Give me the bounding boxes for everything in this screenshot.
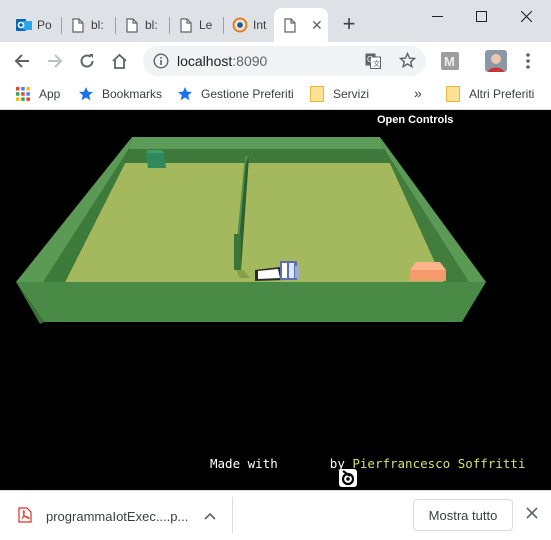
credit-author[interactable]: Pierfrancesco Soffritti xyxy=(352,456,525,471)
divider xyxy=(232,497,233,533)
credit-text: Made with by Pierfrancesco Soffritti xyxy=(210,453,525,487)
menu-kebab-icon[interactable] xyxy=(516,49,540,73)
webgl-canvas[interactable]: Open Controls Made with by Pierfrancesco… xyxy=(0,110,551,490)
tab-outlook[interactable]: Po xyxy=(8,8,62,42)
bookmark-altri-preferiti[interactable]: Altri Preferiti xyxy=(445,86,534,102)
new-tab-button[interactable]: + xyxy=(337,13,361,37)
home-icon xyxy=(111,53,127,69)
download-filename: programmaIotExec....p... xyxy=(46,508,189,524)
star-icon xyxy=(177,86,193,102)
arena-floor xyxy=(65,163,444,282)
forward-button[interactable] xyxy=(43,49,67,73)
bookmarks-bar: App Bookmarks Gestione Preferiti Servizi… xyxy=(0,80,551,110)
bookmark-servizi[interactable]: Servizi xyxy=(309,86,369,102)
pdf-file-icon xyxy=(18,506,32,526)
tab-document[interactable]: bl: xyxy=(116,8,170,42)
browser-toolbar: localhost:8090 G文 M xyxy=(0,42,551,80)
front-wall-face xyxy=(16,282,486,322)
show-all-button[interactable]: Mostra tutto xyxy=(413,499,513,531)
download-shelf: programmaIotExec....p... Mostra tutto xyxy=(0,490,551,540)
far-wall xyxy=(129,137,384,149)
document-icon xyxy=(70,17,86,33)
download-item[interactable]: programmaIotExec....p... xyxy=(18,499,216,533)
close-tab-icon[interactable]: ✕ xyxy=(311,17,323,34)
bookmark-label: Bookmarks xyxy=(102,87,163,101)
back-arrow-icon xyxy=(14,54,29,68)
close-shelf-icon[interactable] xyxy=(524,505,540,521)
apps-grid-icon xyxy=(15,86,31,102)
bookmark-label: Altri Preferiti xyxy=(469,87,535,101)
minimize-button[interactable] xyxy=(414,6,460,26)
bookmark-apps[interactable]: App xyxy=(15,86,60,102)
close-window-button[interactable] xyxy=(503,6,549,26)
tab-title: bl: xyxy=(145,18,158,32)
green-box xyxy=(146,153,166,168)
bookmark-label: Servizi xyxy=(333,87,370,101)
outlook-icon xyxy=(16,17,32,33)
document-icon xyxy=(282,17,298,33)
tab-blender[interactable]: Int xyxy=(224,8,274,42)
reload-button[interactable] xyxy=(75,49,99,73)
tab-title: bl: xyxy=(91,18,104,32)
bookmark-bookmarks[interactable]: Bookmarks xyxy=(78,86,162,102)
tab-title: Le xyxy=(199,18,213,32)
blender-logo-icon xyxy=(293,453,358,487)
tab-document[interactable]: Le xyxy=(170,8,224,42)
blender-icon xyxy=(232,17,248,33)
document-icon xyxy=(178,17,194,33)
extension-m-icon[interactable]: M xyxy=(438,49,462,73)
bookmark-gestione-preferiti[interactable]: Gestione Preferiti xyxy=(177,86,294,102)
chevron-up-icon[interactable] xyxy=(204,509,216,523)
bookmark-label: Gestione Preferiti xyxy=(201,87,294,101)
open-controls-button[interactable]: Open Controls xyxy=(377,114,453,126)
info-icon[interactable] xyxy=(153,53,169,72)
profile-avatar[interactable] xyxy=(484,49,508,73)
tab-active[interactable]: ✕ xyxy=(274,8,328,42)
home-button[interactable] xyxy=(107,49,131,73)
url-text: localhost:8090 xyxy=(177,53,268,69)
tab-title: Int xyxy=(253,18,267,32)
orange-box xyxy=(410,270,446,281)
folder-icon xyxy=(445,86,461,102)
bookmark-label: App xyxy=(39,87,61,101)
svg-text:文: 文 xyxy=(373,59,380,68)
reload-icon xyxy=(80,54,94,68)
3d-scene xyxy=(16,137,486,324)
folder-icon xyxy=(309,86,325,102)
star-bookmark-icon[interactable] xyxy=(398,51,417,72)
credit-by: by xyxy=(322,455,353,471)
credit-prefix: Made with xyxy=(210,455,286,471)
svg-text:M: M xyxy=(444,54,455,69)
translate-icon[interactable]: G文 xyxy=(365,53,381,72)
tab-document[interactable]: bl: xyxy=(62,8,116,42)
tab-strip: Po bl: bl: Le Int ✕ + xyxy=(0,0,551,42)
back-button[interactable] xyxy=(10,49,34,73)
address-bar[interactable]: localhost:8090 G文 xyxy=(143,46,426,76)
document-icon xyxy=(124,17,140,33)
star-icon xyxy=(78,86,94,102)
forward-arrow-icon xyxy=(48,54,63,68)
bookmarks-overflow-button[interactable]: » xyxy=(414,85,422,101)
maximize-button[interactable] xyxy=(458,6,504,26)
tab-title: Po xyxy=(37,18,52,32)
